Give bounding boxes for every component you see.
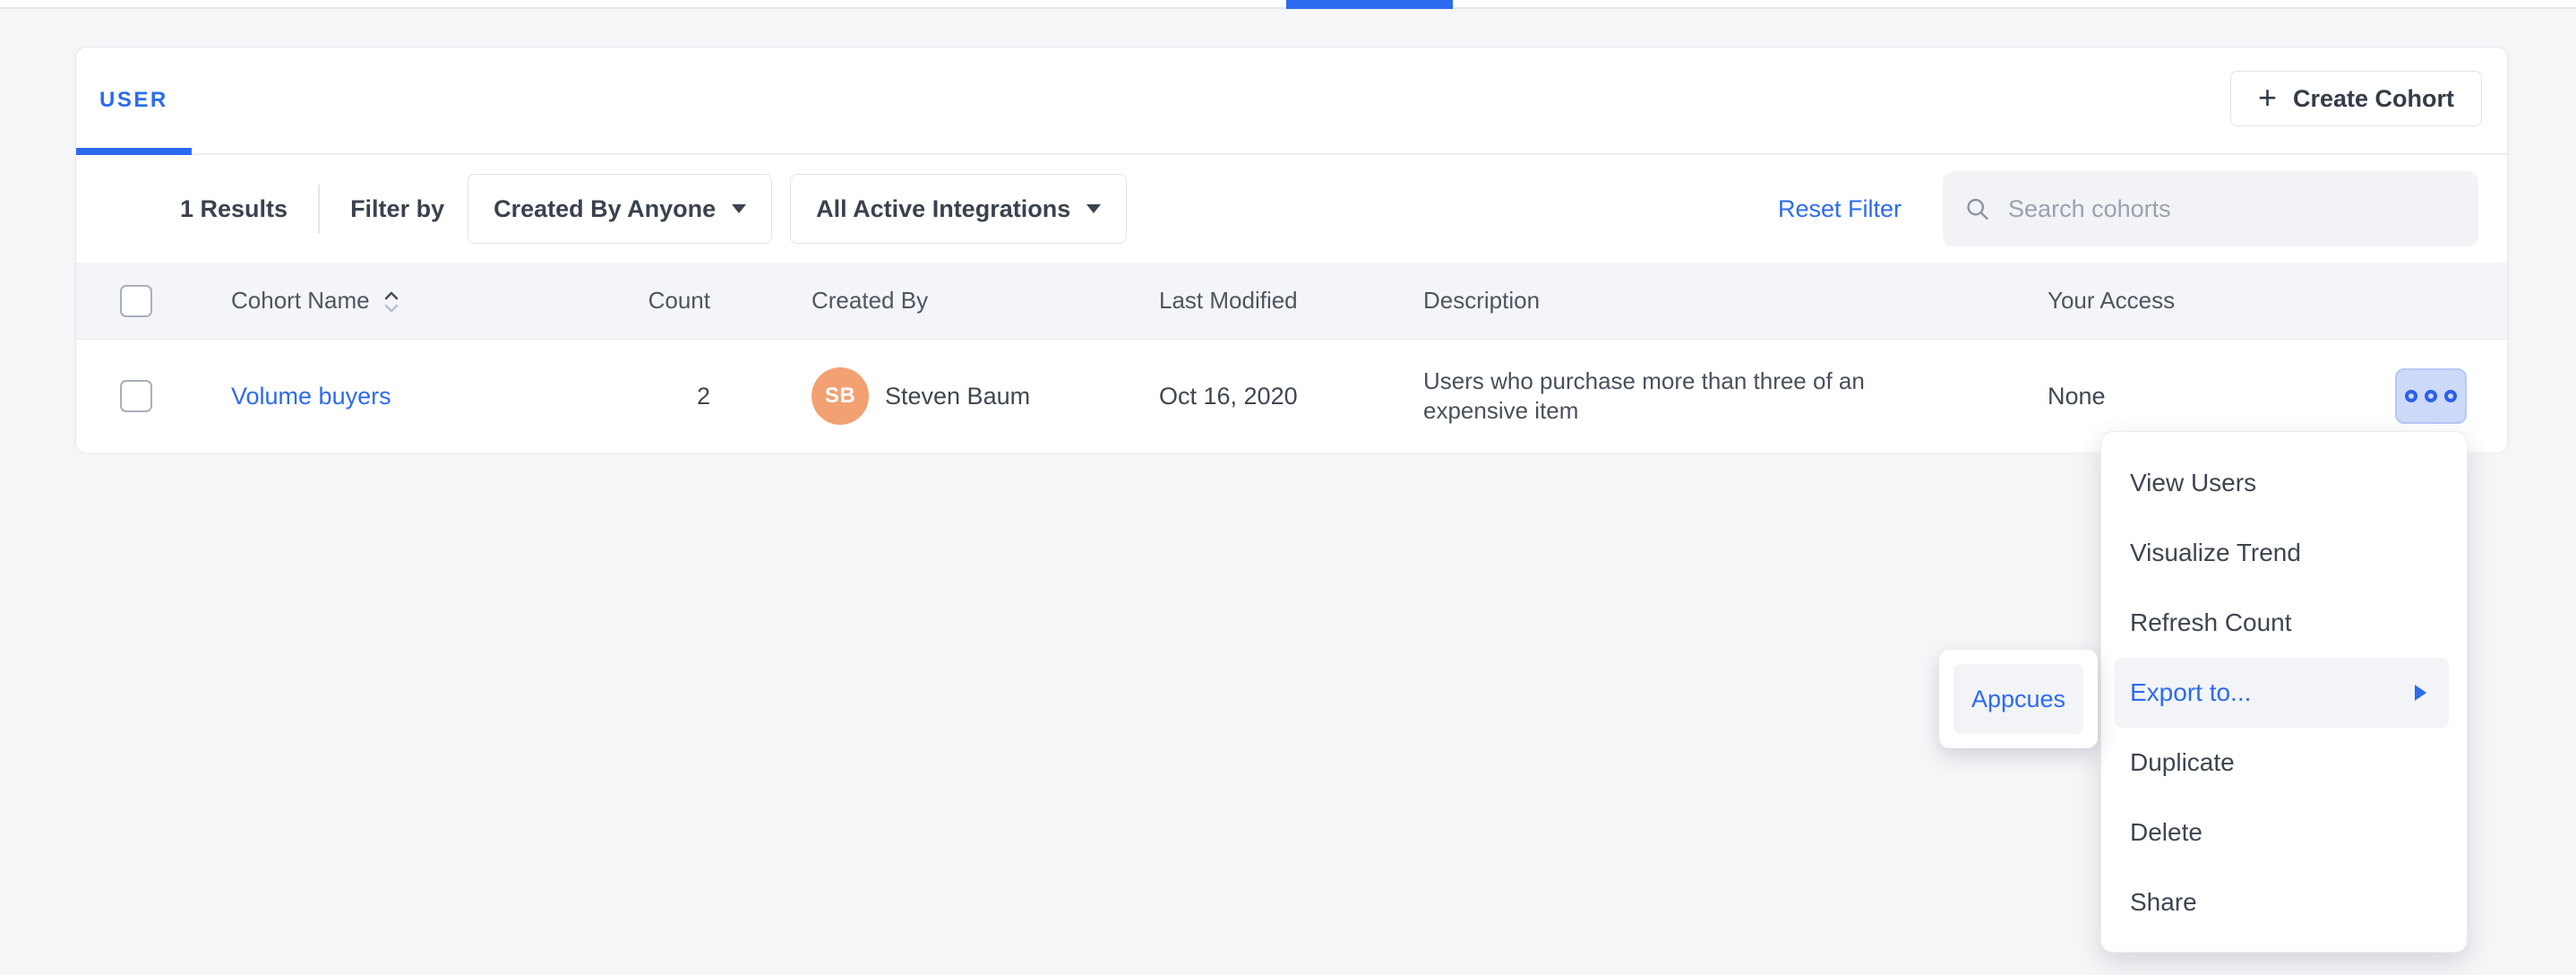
ellipsis-icon — [2444, 390, 2457, 402]
tab-user[interactable]: USER — [76, 47, 192, 153]
ellipsis-icon — [2405, 390, 2417, 402]
menu-item-appcues[interactable]: Appcues — [1953, 664, 2083, 734]
cohorts-panel: USER + Create Cohort 1 Results Filter by… — [75, 47, 2508, 452]
header-created-by: Created By — [811, 287, 1159, 315]
cohort-name-link[interactable]: Volume buyers — [231, 383, 391, 410]
created-by-name: Steven Baum — [885, 383, 1030, 410]
cohort-actions-menu: View Users Visualize Trend Refresh Count… — [2100, 431, 2468, 953]
top-nav-edge — [0, 0, 2576, 9]
filter-bar: 1 Results Filter by Created By Anyone Al… — [76, 155, 2507, 263]
ellipsis-icon — [2425, 390, 2437, 402]
avatar: SB — [811, 367, 869, 425]
tab-bar: USER + Create Cohort — [76, 47, 2507, 155]
menu-item-delete[interactable]: Delete — [2101, 798, 2467, 867]
search-input[interactable] — [2006, 194, 2457, 224]
menu-item-view-users[interactable]: View Users — [2101, 448, 2467, 518]
menu-item-export-to[interactable]: Export to... — [2115, 658, 2449, 728]
menu-item-duplicate[interactable]: Duplicate — [2101, 728, 2467, 798]
sort-icon — [382, 289, 400, 315]
header-cohort-name[interactable]: Cohort Name — [231, 287, 625, 315]
create-cohort-button[interactable]: + Create Cohort — [2230, 71, 2482, 126]
integrations-dropdown-value: All Active Integrations — [816, 195, 1070, 223]
chevron-down-icon — [1086, 204, 1101, 213]
menu-item-refresh-count[interactable]: Refresh Count — [2101, 588, 2467, 658]
active-nav-tab-indicator — [1286, 0, 1453, 9]
menu-item-share[interactable]: Share — [2101, 867, 2467, 937]
menu-item-visualize-trend[interactable]: Visualize Trend — [2101, 518, 2467, 588]
created-by-dropdown-value: Created By Anyone — [494, 195, 716, 223]
select-all-checkbox[interactable] — [120, 285, 152, 317]
table-header-row: Cohort Name Count Created By Last Modifi… — [76, 263, 2507, 340]
header-your-access: Your Access — [2048, 287, 2395, 315]
filter-by-label: Filter by — [350, 195, 444, 223]
created-by-dropdown[interactable]: Created By Anyone — [468, 174, 772, 244]
plus-icon: + — [2258, 82, 2277, 114]
header-last-modified: Last Modified — [1159, 287, 1423, 315]
export-to-label: Export to... — [2130, 678, 2251, 707]
tab-user-label: USER — [99, 88, 168, 113]
cohort-description: Users who purchase more than three of an… — [1423, 367, 1907, 426]
submenu-arrow-icon — [2415, 685, 2426, 701]
header-description: Description — [1423, 287, 2048, 315]
search-icon — [1964, 194, 1990, 223]
divider — [318, 185, 320, 233]
results-count: 1 Results — [180, 195, 288, 223]
row-checkbox[interactable] — [120, 380, 152, 412]
chevron-down-icon — [732, 204, 746, 213]
cohort-count: 2 — [625, 383, 710, 410]
create-cohort-label: Create Cohort — [2293, 85, 2454, 113]
search-box[interactable] — [1943, 171, 2478, 246]
header-count: Count — [625, 287, 710, 315]
export-submenu: Appcues — [1939, 650, 2098, 748]
last-modified-date: Oct 16, 2020 — [1159, 383, 1423, 410]
integrations-dropdown[interactable]: All Active Integrations — [790, 174, 1127, 244]
your-access-value: None — [2048, 383, 2395, 410]
row-actions-button[interactable] — [2395, 368, 2467, 424]
reset-filter-link[interactable]: Reset Filter — [1778, 195, 1902, 223]
